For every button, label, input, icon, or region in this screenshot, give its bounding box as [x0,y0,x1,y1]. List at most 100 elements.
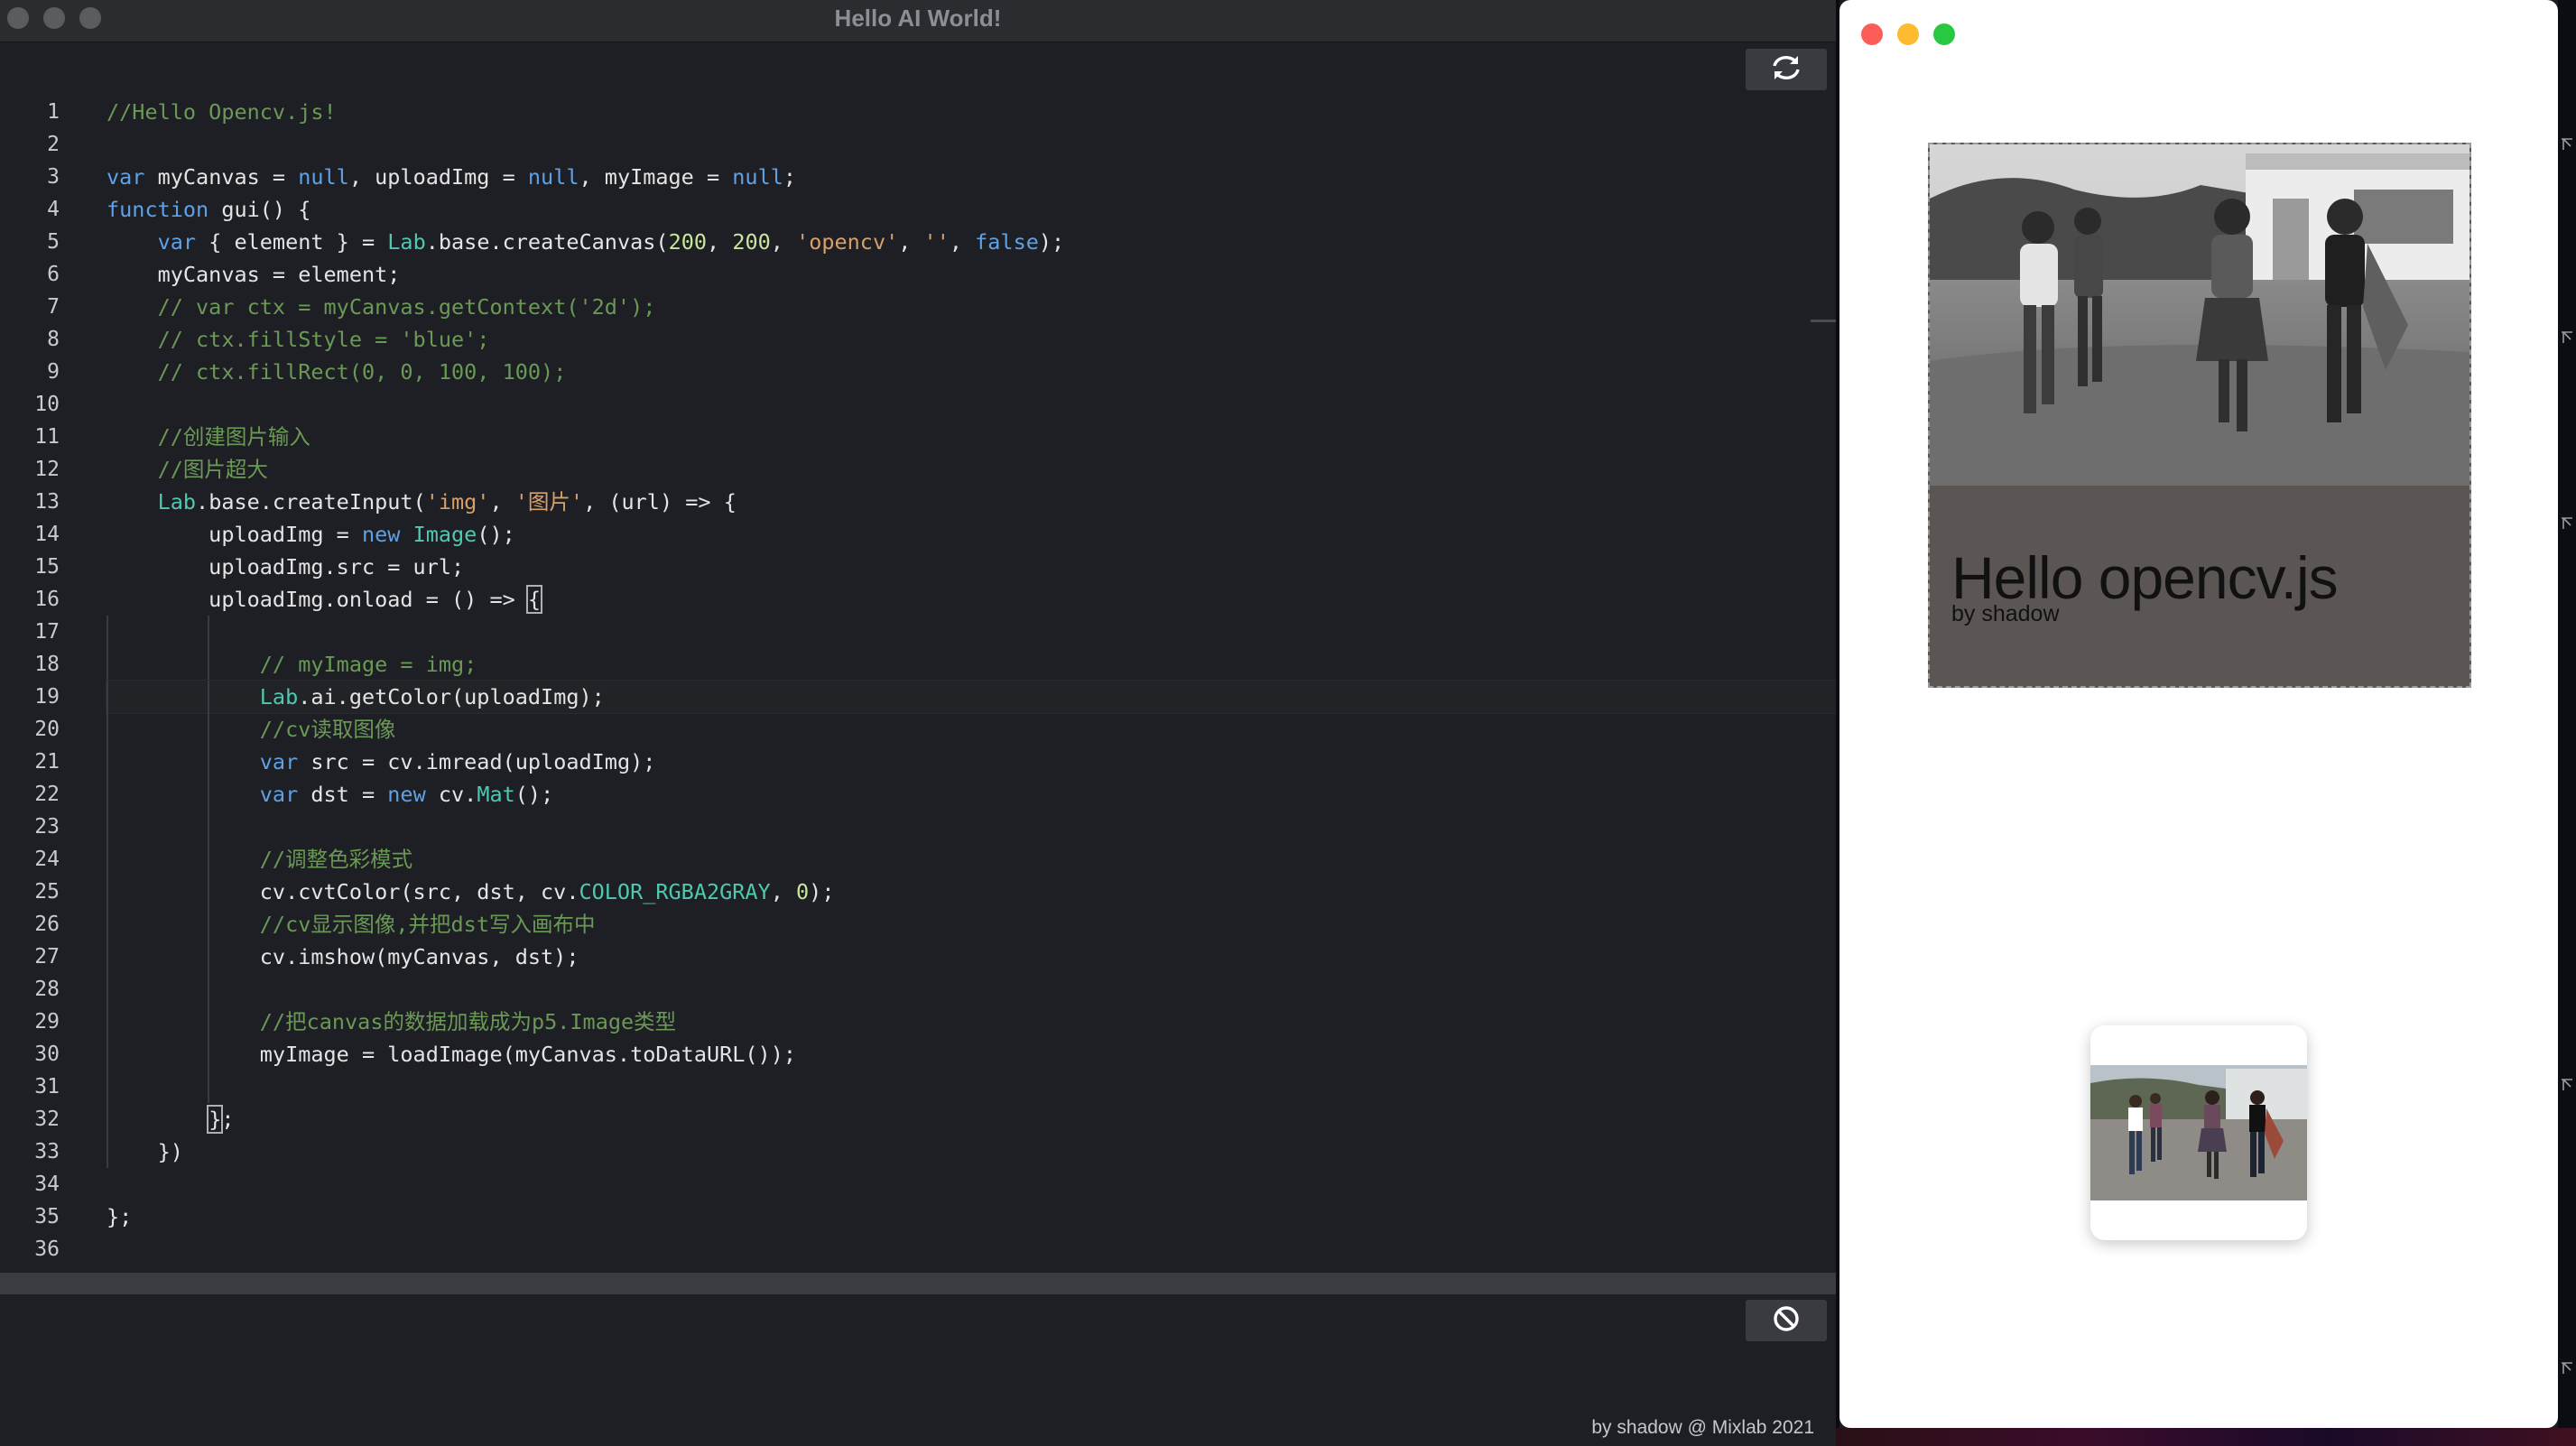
code-line[interactable]: // ctx.fillStyle = 'blue'; [107,323,1836,356]
code-token: { [525,585,543,614]
code-line[interactable]: //把canvas的数据加载成为p5.Image类型 [107,1006,1836,1038]
code-token: 'img' [425,489,490,514]
code-token: cv.imshow(myCanvas, dst); [107,944,579,969]
code-line[interactable] [107,128,1836,161]
resize-arrow-icon [2560,330,2574,345]
line-number: 32 [34,1108,60,1131]
code-token: Lab [157,489,197,514]
line-number: 23 [34,815,60,839]
refresh-button[interactable] [1746,49,1827,90]
line-number: 21 [34,750,60,774]
line-number: 3 [47,165,60,189]
code-token: }) [107,1139,183,1164]
code-token: }; [107,1204,133,1229]
code-editor[interactable]: 1 2 3 4 5 6 7 8 9 10 11 12 13 14 15 16 17 18 19 20 21 22 23 24 2… [0,43,1836,1273]
indent-guide [208,941,209,973]
preview-window: Hello opencv.js by shadow [1839,0,2558,1428]
indent-guide [208,876,209,908]
code-line[interactable]: cv.cvtColor(src, dst, cv.COLOR_RGBA2GRAY… [107,876,1836,908]
panel-resize-divider[interactable] [0,1273,1836,1294]
code-token: , uploadImg = [348,164,528,190]
code-line[interactable] [107,1071,1836,1103]
code-line[interactable]: uploadImg = new Image(); [107,518,1836,551]
code-line[interactable]: cv.imshow(myCanvas, dst); [107,941,1836,973]
code-line[interactable]: // myImage = img; [107,648,1836,681]
code-token: , myImage = [579,164,733,190]
indent-guide [208,973,209,1006]
code-token: src = cv.imread(uploadImg); [298,749,656,774]
code-line[interactable]: Lab.ai.getColor(uploadImg); [106,680,1836,714]
code-line[interactable] [107,973,1836,1006]
indent-guide [107,713,108,746]
code-token: myCanvas = element; [107,262,401,287]
code-token: '' [923,229,950,255]
code-line[interactable]: // ctx.fillRect(0, 0, 100, 100); [107,356,1836,388]
indent-guide [208,648,209,681]
code-token: gui() { [208,197,311,222]
line-number: 7 [47,295,60,319]
code-token: cv.cvtColor(src, dst, cv. [107,879,579,904]
code-token: , [770,879,797,904]
code-line[interactable]: //调整色彩模式 [107,843,1836,876]
code-line[interactable]: }; [107,1200,1836,1233]
code-token: (); [477,522,515,547]
code-line[interactable]: //图片超大 [107,453,1836,486]
code-token: Lab [387,229,426,255]
code-line[interactable] [107,388,1836,421]
code-line[interactable]: myImage = loadImage(myCanvas.toDataURL()… [107,1038,1836,1071]
code-line[interactable]: }; [107,1103,1836,1135]
code-line[interactable] [107,1168,1836,1200]
code-line[interactable]: Lab.base.createInput('img', '图片', (url) … [107,486,1836,518]
preview-close-button[interactable] [1861,23,1883,45]
code-token: dst = [298,782,388,807]
clear-console-button[interactable] [1746,1300,1827,1341]
code-token: uploadImg.onload = () => [107,587,528,612]
code-line[interactable]: uploadImg.src = url; [107,551,1836,583]
line-number: 15 [34,555,60,579]
indent-guide [208,746,209,778]
code-line[interactable]: function gui() { [107,193,1836,226]
code-line[interactable] [107,1233,1836,1265]
preview-minimize-button[interactable] [1897,23,1919,45]
preview-maximize-button[interactable] [1933,23,1955,45]
line-number: 34 [34,1173,60,1196]
thumbnail-card[interactable] [2090,1025,2307,1240]
line-number: 26 [34,913,60,936]
indent-guide [107,746,108,778]
code-token: var [259,782,299,807]
code-line[interactable] [107,811,1836,843]
code-line[interactable]: // var ctx = myCanvas.getContext('2d'); [107,291,1836,323]
indent-guide [107,1071,108,1103]
line-number: 20 [34,718,60,741]
code-comment: //cv显示图像,并把dst写入画布中 [259,912,596,937]
opencv-canvas[interactable]: Hello opencv.js by shadow [1928,143,2471,688]
code-comment: // ctx.fillRect(0, 0, 100, 100); [157,359,567,385]
line-number: 6 [47,263,60,286]
code-line[interactable]: }) [107,1135,1836,1168]
code-line[interactable] [107,616,1836,648]
footer-credit: by shadow @ Mixlab 2021 [1591,1417,1814,1438]
code-line[interactable]: var myCanvas = null, uploadImg = null, m… [107,161,1836,193]
code-line[interactable]: var { element } = Lab.base.createCanvas(… [107,226,1836,258]
code-lines[interactable]: //Hello Opencv.js! var myCanvas = null, u… [106,96,1836,1265]
code-line[interactable]: //cv读取图像 [107,713,1836,746]
code-line[interactable]: //创建图片输入 [107,421,1836,453]
resize-arrow-icon [2560,137,2574,152]
indent-guide [107,1103,108,1135]
code-token: myCanvas = [144,164,299,190]
code-line[interactable]: var src = cv.imread(uploadImg); [107,746,1836,778]
code-line[interactable]: myCanvas = element; [107,258,1836,291]
code-line[interactable]: //Hello Opencv.js! [107,96,1836,128]
code-token: } [207,1105,224,1134]
code-line[interactable]: var dst = new cv.Mat(); [107,778,1836,811]
indent-guide [208,681,209,713]
code-comment: //把canvas的数据加载成为p5.Image类型 [259,1009,677,1034]
code-line[interactable]: //cv显示图像,并把dst写入画布中 [107,908,1836,941]
code-line[interactable]: uploadImg.onload = () => { [107,583,1836,616]
code-token: null [527,164,579,190]
resize-arrow-icon [2560,516,2574,531]
